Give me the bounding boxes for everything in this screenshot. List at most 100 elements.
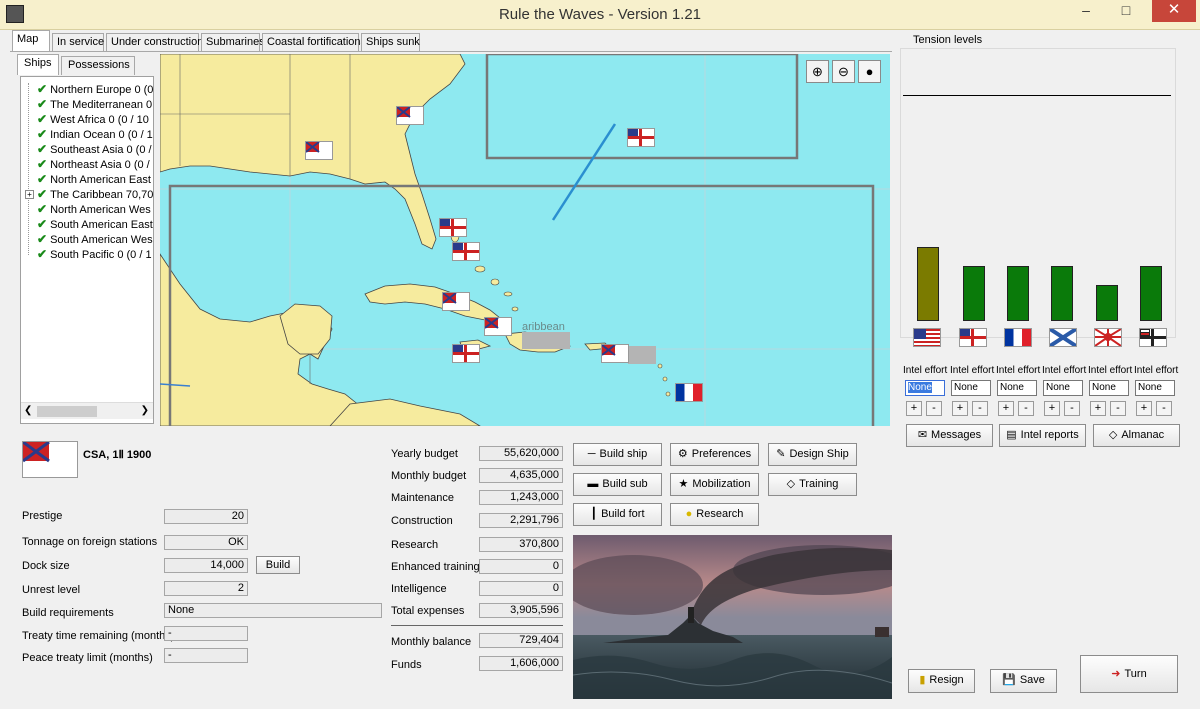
tree-item-south-pacific[interactable]: ✔ South Pacific 0 (0 / 1 (37, 247, 152, 262)
build-ship-button[interactable]: ─ Build ship (573, 443, 662, 466)
tree-item-north-american-east[interactable]: ✔ North American East (37, 172, 151, 187)
csa-flag-icon[interactable] (396, 106, 424, 125)
report-icon: ▤ (1006, 429, 1017, 441)
tree-item-label: West Africa 0 (0 / 10 (50, 114, 149, 126)
scroll-right-icon[interactable]: ❯ (141, 405, 149, 416)
minimize-button[interactable]: – (1070, 0, 1102, 22)
mobilization-button[interactable]: ★ Mobilization (670, 473, 759, 496)
treaty-value: - (164, 626, 248, 641)
tree-item-mediterranean[interactable]: ✔ The Mediterranean 0 (37, 97, 152, 112)
scroll-left-icon[interactable]: ❮ (24, 405, 32, 416)
csa-flag-icon[interactable] (305, 141, 333, 160)
intel-minus-button[interactable]: - (1110, 401, 1126, 416)
uk-ensign-icon[interactable] (452, 242, 480, 261)
intel-minus-button[interactable]: - (972, 401, 988, 416)
close-button[interactable]: ✕ (1152, 0, 1196, 22)
intel-minus-button[interactable]: - (1018, 401, 1034, 416)
divider (391, 625, 563, 626)
tree-item-northeast-asia[interactable]: ✔ Northeast Asia 0 (0 / (37, 157, 150, 172)
training-button[interactable]: ◇ Training (768, 473, 857, 496)
tab-coastal-fortifications[interactable]: Coastal fortifications (262, 33, 366, 51)
maintenance-label: Maintenance (391, 492, 454, 504)
tree-item-west-africa[interactable]: ✔ West Africa 0 (0 / 10 (37, 112, 149, 127)
resign-button[interactable]: ▮ Resign (908, 669, 975, 693)
uk-ensign-icon[interactable] (439, 218, 467, 237)
tab-map[interactable]: Map (12, 30, 50, 52)
tab-submarines[interactable]: Submarines (201, 33, 265, 51)
map-marker[interactable] (628, 346, 656, 364)
intel-input-russia[interactable]: None (1043, 380, 1083, 396)
uk-ensign-icon[interactable] (627, 128, 655, 147)
tab-ships-sunk[interactable]: Ships sunk (361, 33, 420, 51)
intel-input-germany[interactable]: None (1135, 380, 1175, 396)
intel-effort-label: Intel effort (996, 365, 1041, 376)
scroll-thumb[interactable] (37, 406, 97, 417)
csa-flag-icon[interactable] (601, 344, 629, 363)
dock-build-button[interactable]: Build (256, 556, 300, 574)
tab-in-service[interactable]: In service (52, 33, 104, 51)
tree-item-caribbean[interactable]: + ✔ The Caribbean 70,70 (25, 187, 153, 202)
intel-plus-button[interactable]: + (1044, 401, 1060, 416)
tab-under-construction[interactable]: Under construction (106, 33, 203, 51)
station-tree[interactable]: ✔ Northern Europe 0 (0 ✔ The Mediterranean… (20, 76, 154, 424)
intel-reports-button[interactable]: ▤ Intel reports (999, 424, 1086, 447)
tension-bar-usa (917, 247, 939, 321)
maximize-button[interactable]: □ (1110, 0, 1142, 22)
save-button[interactable]: 💾 Save (990, 669, 1057, 693)
drop-button[interactable]: ● (858, 60, 881, 83)
intel-minus-button[interactable]: - (1156, 401, 1172, 416)
uk-ensign-icon[interactable] (452, 344, 480, 363)
subtab-possessions[interactable]: Possessions (61, 56, 135, 75)
japan-flag-icon (1094, 328, 1122, 347)
preferences-button[interactable]: ⚙ Preferences (670, 443, 759, 466)
intel-minus-button[interactable]: - (1064, 401, 1080, 416)
almanac-button[interactable]: ◇ Almanac (1093, 424, 1180, 447)
design-ship-button[interactable]: ✎ Design Ship (768, 443, 857, 466)
tree-item-north-american-west[interactable]: ✔ North American Wes (37, 202, 151, 217)
build-sub-button[interactable]: ▬ Build sub (573, 473, 662, 496)
tree-horizontal-scrollbar[interactable]: ❮ ❯ (21, 402, 153, 419)
fort-icon: ┃ (590, 508, 598, 520)
intel-plus-button[interactable]: + (998, 401, 1014, 416)
world-map[interactable]: aribbean (160, 54, 890, 426)
map-marker[interactable] (522, 332, 570, 349)
intel-value: None (908, 382, 932, 393)
tension-bar-uk (963, 266, 985, 321)
tree-item-south-american-east[interactable]: ✔ South American East (37, 217, 153, 232)
intel-minus-button[interactable]: - (926, 401, 942, 416)
intel-effort-label: Intel effort (903, 365, 948, 376)
peace-label: Peace treaty limit (months) (22, 652, 153, 664)
expand-icon[interactable]: + (25, 190, 34, 199)
zoom-out-button[interactable]: ⊖ (832, 60, 855, 83)
drop-icon: ● (865, 64, 874, 79)
research-button[interactable]: ● Research (670, 503, 759, 526)
tree-item-label: North American Wes (50, 204, 151, 216)
checkmark-icon: ✔ (37, 112, 48, 126)
uk-flag-icon (959, 328, 987, 347)
button-label: Intel reports (1020, 429, 1079, 441)
france-flag-icon[interactable] (675, 383, 703, 402)
intel-plus-button[interactable]: + (1136, 401, 1152, 416)
resign-icon: ▮ (919, 674, 926, 686)
intel-input-usa[interactable]: None (905, 380, 945, 396)
intel-plus-button[interactable]: + (1090, 401, 1106, 416)
subtab-ships[interactable]: Ships (17, 54, 59, 75)
tree-item-indian-ocean[interactable]: ✔ Indian Ocean 0 (0 / 1 (37, 127, 153, 142)
zoom-in-button[interactable]: ⊕ (806, 60, 829, 83)
csa-flag-icon[interactable] (442, 292, 470, 311)
intel-input-japan[interactable]: None (1089, 380, 1129, 396)
research-label: Research (391, 539, 439, 551)
intel-input-france[interactable]: None (997, 380, 1037, 396)
build-fort-button[interactable]: ┃ Build fort (573, 503, 662, 526)
csa-flag-icon[interactable] (484, 317, 512, 336)
tree-item-northern-europe[interactable]: ✔ Northern Europe 0 (0 (37, 82, 153, 97)
tree-item-southeast-asia[interactable]: ✔ Southeast Asia 0 (0 / (37, 142, 152, 157)
intel-plus-button[interactable]: + (906, 401, 922, 416)
intel-input-uk[interactable]: None (951, 380, 991, 396)
russia-flag-icon (1048, 327, 1078, 348)
intel-plus-button[interactable]: + (952, 401, 968, 416)
tree-item-south-american-west[interactable]: ✔ South American Wes (37, 232, 153, 247)
turn-button[interactable]: ➜ Turn (1080, 655, 1178, 693)
tension-bar-germany (1140, 266, 1162, 321)
messages-button[interactable]: ✉ Messages (906, 424, 993, 447)
